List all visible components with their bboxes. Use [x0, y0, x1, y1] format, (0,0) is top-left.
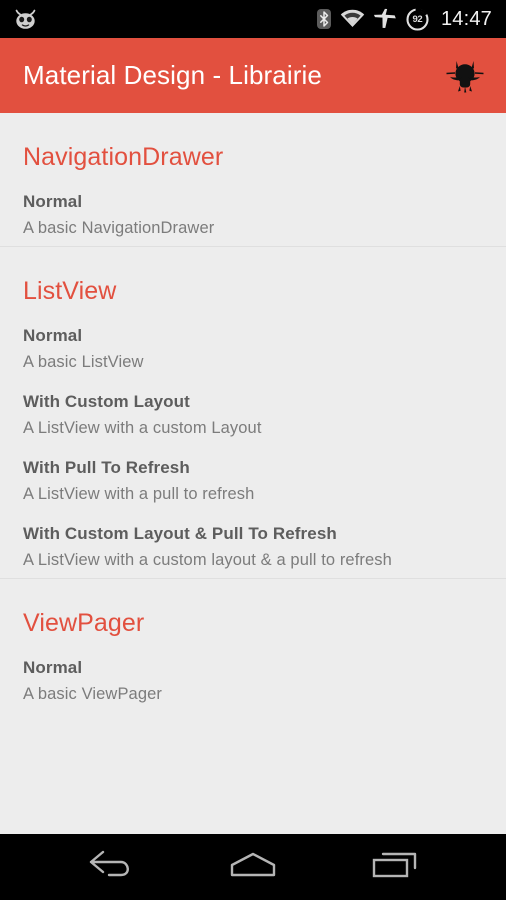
back-arrow-icon — [85, 849, 137, 886]
airplane-mode-icon — [373, 8, 397, 30]
wifi-icon — [340, 9, 365, 29]
list-item-title: Normal — [23, 658, 83, 677]
list-item[interactable]: With Custom Layout A ListView with a cus… — [0, 380, 506, 446]
section-navigationdrawer: NavigationDrawer Normal A basic Navigati… — [0, 113, 506, 246]
list-item[interactable]: Normal A basic NavigationDrawer — [0, 180, 506, 246]
list-item-title: With Custom Layout — [23, 392, 190, 411]
status-bar-right: 92 14:47 — [316, 7, 492, 31]
section-header: ListView — [23, 277, 117, 305]
list-item-subtitle: A basic NavigationDrawer — [23, 219, 215, 237]
list-item[interactable]: Normal A basic ViewPager — [0, 646, 506, 712]
battery-icon: 92 — [406, 7, 429, 31]
section-listview: ListView Normal A basic ListView With Cu… — [0, 247, 506, 578]
list-item-title: With Pull To Refresh — [23, 458, 190, 477]
list-item[interactable]: With Pull To Refresh A ListView with a p… — [0, 446, 506, 512]
back-button[interactable] — [71, 841, 151, 893]
list-item-subtitle: A ListView with a pull to refresh — [23, 485, 255, 503]
section-header: NavigationDrawer — [23, 143, 224, 171]
list-item-title: Normal — [23, 192, 83, 211]
list-item-title: With Custom Layout & Pull To Refresh — [23, 524, 337, 543]
list-item-subtitle: A ListView with a custom Layout — [23, 419, 262, 437]
github-octocat-icon[interactable] — [442, 53, 488, 99]
list-item[interactable]: With Custom Layout & Pull To Refresh A L… — [0, 512, 506, 578]
navigation-bar — [0, 834, 506, 900]
list-item-subtitle: A basic ListView — [23, 353, 144, 371]
app-title: Material Design - Librairie — [23, 60, 322, 90]
app-bar: Material Design - Librairie — [0, 38, 506, 113]
list-item-subtitle: A ListView with a custom layout & a pull… — [23, 551, 392, 569]
list-item-title: Normal — [23, 326, 83, 345]
status-bar: 92 14:47 — [0, 0, 506, 38]
list-item-subtitle: A basic ViewPager — [23, 685, 162, 703]
status-bar-left — [12, 8, 39, 30]
home-button[interactable] — [213, 841, 293, 893]
status-clock: 14:47 — [440, 7, 492, 30]
section-header: ViewPager — [23, 609, 145, 637]
home-icon — [226, 849, 280, 886]
cyanogenmod-cid-icon — [12, 8, 39, 30]
android-device-screen: 92 14:47 Material Design - Librairie Nav… — [0, 0, 506, 900]
list-item[interactable]: Normal A basic ListView — [0, 314, 506, 380]
recents-icon — [369, 849, 421, 886]
section-viewpager: ViewPager Normal A basic ViewPager — [0, 579, 506, 712]
battery-level-text: 92 — [412, 13, 423, 25]
recents-button[interactable] — [355, 841, 435, 893]
bluetooth-icon — [316, 8, 331, 30]
settings-list[interactable]: NavigationDrawer Normal A basic Navigati… — [0, 113, 506, 834]
